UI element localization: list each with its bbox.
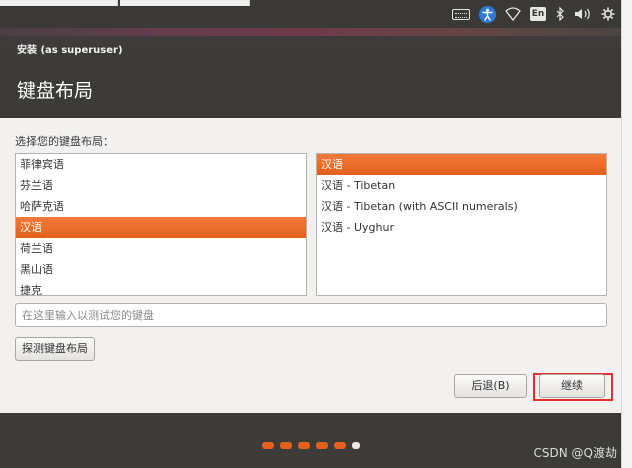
layout-item-selected[interactable]: 汉语 bbox=[16, 217, 306, 238]
panel-tab[interactable] bbox=[120, 0, 250, 6]
layout-item[interactable]: 菲律宾语 bbox=[16, 154, 306, 175]
window-title: 安装 (as superuser) bbox=[17, 45, 123, 56]
wifi-icon[interactable] bbox=[505, 5, 521, 23]
variant-list[interactable]: 汉语 汉语 - Tibetan 汉语 - Tibetan (with ASCII… bbox=[316, 153, 607, 296]
volume-icon[interactable] bbox=[574, 5, 592, 23]
keyboard-test-input[interactable] bbox=[15, 303, 607, 327]
layout-item[interactable]: 黑山语 bbox=[16, 259, 306, 280]
system-gear-icon[interactable] bbox=[601, 5, 615, 23]
language-indicator[interactable]: En bbox=[530, 5, 546, 23]
keyboard-icon[interactable] bbox=[452, 5, 470, 23]
back-button[interactable]: 后退(B) bbox=[454, 374, 527, 398]
installer-header: 安装 (as superuser) 键盘布局 bbox=[0, 28, 621, 118]
window-edge bbox=[621, 0, 632, 468]
progress-dot-current bbox=[352, 442, 360, 449]
panel-tabs bbox=[0, 0, 300, 6]
layout-prompt: 选择您的键盘布局： bbox=[15, 135, 114, 148]
progress-dot bbox=[280, 442, 292, 449]
layout-item[interactable]: 捷克 bbox=[16, 280, 306, 295]
main-content: 选择您的键盘布局： 菲律宾语 芬兰语 哈萨克语 汉语 荷兰语 黑山语 捷克 汉语… bbox=[0, 118, 621, 413]
layout-item[interactable]: 荷兰语 bbox=[16, 238, 306, 259]
continue-button[interactable]: 继续 bbox=[539, 374, 605, 398]
progress-dot bbox=[262, 442, 274, 449]
accessibility-icon[interactable] bbox=[479, 5, 496, 23]
installer-footer: CSDN @Q渡劫 bbox=[0, 413, 621, 468]
progress-dot bbox=[334, 442, 346, 449]
header-stripe bbox=[0, 28, 621, 36]
progress-dot bbox=[298, 442, 310, 449]
progress-dot bbox=[316, 442, 328, 449]
system-tray: En bbox=[452, 5, 615, 23]
panel-tab[interactable] bbox=[0, 0, 118, 6]
layout-item[interactable]: 芬兰语 bbox=[16, 175, 306, 196]
variant-item[interactable]: 汉语 - Tibetan bbox=[317, 175, 606, 196]
layout-list[interactable]: 菲律宾语 芬兰语 哈萨克语 汉语 荷兰语 黑山语 捷克 bbox=[15, 153, 307, 296]
variant-item[interactable]: 汉语 - Tibetan (with ASCII numerals) bbox=[317, 196, 606, 217]
variant-item[interactable]: 汉语 - Uyghur bbox=[317, 217, 606, 238]
layout-item[interactable]: 哈萨克语 bbox=[16, 196, 306, 217]
bluetooth-icon[interactable] bbox=[555, 5, 565, 23]
detect-layout-button[interactable]: 探测键盘布局 bbox=[15, 337, 95, 361]
watermark: CSDN @Q渡劫 bbox=[533, 446, 617, 460]
variant-item-selected[interactable]: 汉语 bbox=[317, 154, 606, 175]
progress-dots bbox=[262, 442, 360, 449]
top-panel: En bbox=[0, 0, 621, 28]
page-title: 键盘布局 bbox=[17, 80, 94, 102]
